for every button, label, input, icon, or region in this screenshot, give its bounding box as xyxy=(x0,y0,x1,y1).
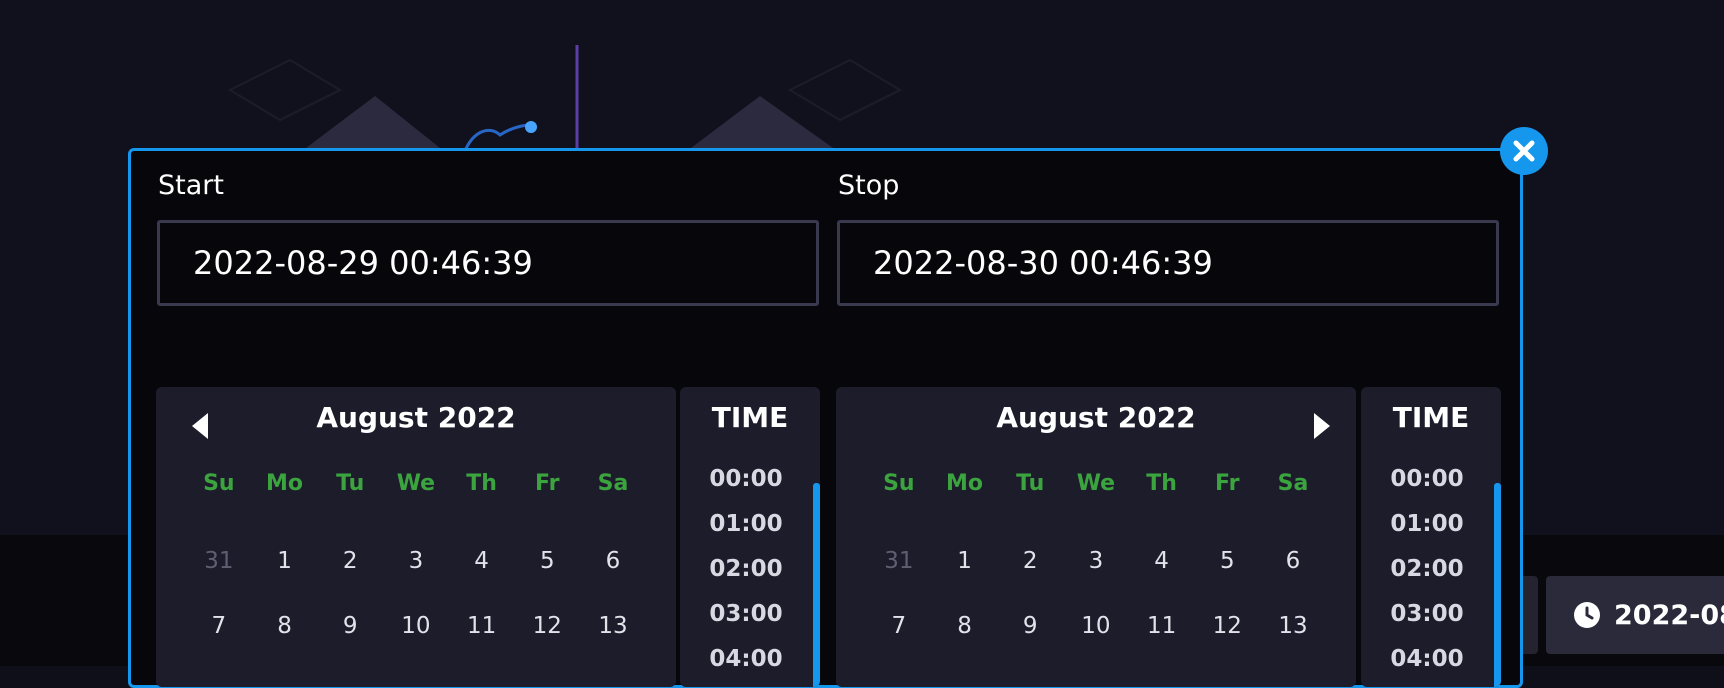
time-option[interactable]: 03:00 xyxy=(1361,592,1493,637)
start-week-row: 7 8 9 10 11 12 13 xyxy=(186,613,646,639)
calendar-day[interactable]: 11 xyxy=(1129,613,1195,639)
header-illustration xyxy=(227,45,903,160)
start-time-options: 00:00 01:00 02:00 03:00 04:00 xyxy=(680,457,812,682)
time-option[interactable]: 04:00 xyxy=(680,637,812,682)
stop-calendar: August 2022 Su Mo Tu We Th Fr Sa 31 1 2 … xyxy=(836,387,1356,687)
calendar-day[interactable]: 13 xyxy=(1260,613,1326,639)
calendar-day[interactable]: 9 xyxy=(317,613,383,639)
calendar-day[interactable]: 9 xyxy=(997,613,1063,639)
clock-icon xyxy=(1574,602,1600,628)
calendar-day[interactable]: 3 xyxy=(1063,548,1129,574)
weekday: Th xyxy=(1146,471,1177,496)
start-label: Start xyxy=(158,170,224,201)
start-weekday-row: Su Mo Tu We Th Fr Sa xyxy=(186,471,646,496)
calendar-day[interactable]: 5 xyxy=(1194,548,1260,574)
calendar-day[interactable]: 1 xyxy=(932,548,998,574)
close-icon xyxy=(1513,140,1535,162)
calendar-day[interactable]: 4 xyxy=(1129,548,1195,574)
weekday: We xyxy=(396,471,436,496)
time-range-text: 2022-08 xyxy=(1614,599,1724,631)
stop-time-list: TIME 00:00 01:00 02:00 03:00 04:00 xyxy=(1361,387,1501,687)
weekday: Fr xyxy=(1215,471,1240,496)
calendar-day[interactable]: 8 xyxy=(252,613,318,639)
start-calendar: August 2022 Su Mo Tu We Th Fr Sa 31 1 2 … xyxy=(156,387,676,687)
stop-week-row: 31 1 2 3 4 5 6 xyxy=(866,548,1326,574)
calendar-day[interactable]: 12 xyxy=(514,613,580,639)
calendar-day[interactable]: 2 xyxy=(317,548,383,574)
stop-calendar-month: August 2022 xyxy=(996,401,1196,434)
weekday: Sa xyxy=(597,471,629,496)
stop-label: Stop xyxy=(838,170,900,201)
weekday: Th xyxy=(466,471,497,496)
calendar-day[interactable]: 31 xyxy=(866,548,932,574)
start-time-title: TIME xyxy=(711,401,789,434)
calendar-day[interactable]: 31 xyxy=(186,548,252,574)
weekday: Fr xyxy=(535,471,560,496)
start-calendar-month: August 2022 xyxy=(316,401,516,434)
calendar-day[interactable]: 3 xyxy=(383,548,449,574)
stop-input[interactable] xyxy=(837,220,1499,306)
time-option[interactable]: 00:00 xyxy=(1361,457,1493,502)
calendar-day[interactable]: 10 xyxy=(1063,613,1129,639)
chevron-right-icon[interactable] xyxy=(1310,411,1334,441)
weekday: Mo xyxy=(946,471,984,496)
calendar-day[interactable]: 13 xyxy=(580,613,646,639)
calendar-day[interactable]: 7 xyxy=(866,613,932,639)
weekday: Mo xyxy=(266,471,304,496)
stop-time-options: 00:00 01:00 02:00 03:00 04:00 xyxy=(1361,457,1493,682)
weekday: Su xyxy=(883,471,915,496)
time-option[interactable]: 02:00 xyxy=(1361,547,1493,592)
time-option[interactable]: 04:00 xyxy=(1361,637,1493,682)
stop-week-row: 7 8 9 10 11 12 13 xyxy=(866,613,1326,639)
calendar-day[interactable]: 11 xyxy=(449,613,515,639)
start-time-scrollbar[interactable] xyxy=(813,483,820,687)
time-range-button[interactable]: 2022-08 xyxy=(1546,576,1724,654)
calendar-day[interactable]: 10 xyxy=(383,613,449,639)
weekday: We xyxy=(1076,471,1116,496)
stop-time-scrollbar[interactable] xyxy=(1494,483,1501,687)
start-input[interactable] xyxy=(157,220,819,306)
calendar-day[interactable]: 5 xyxy=(514,548,580,574)
calendar-day[interactable]: 6 xyxy=(580,548,646,574)
calendar-day[interactable]: 7 xyxy=(186,613,252,639)
weekday: Sa xyxy=(1277,471,1309,496)
close-button[interactable] xyxy=(1500,127,1548,175)
time-option[interactable]: 02:00 xyxy=(680,547,812,592)
start-time-list: TIME 00:00 01:00 02:00 03:00 04:00 xyxy=(680,387,820,687)
calendar-day[interactable]: 6 xyxy=(1260,548,1326,574)
calendar-day[interactable]: 8 xyxy=(932,613,998,639)
weekday: Su xyxy=(203,471,235,496)
time-option[interactable]: 00:00 xyxy=(680,457,812,502)
stop-weekday-row: Su Mo Tu We Th Fr Sa xyxy=(866,471,1326,496)
weekday: Tu xyxy=(1016,471,1045,496)
time-option[interactable]: 01:00 xyxy=(680,502,812,547)
start-week-row: 31 1 2 3 4 5 6 xyxy=(186,548,646,574)
calendar-day[interactable]: 1 xyxy=(252,548,318,574)
weekday: Tu xyxy=(336,471,365,496)
time-option[interactable]: 03:00 xyxy=(680,592,812,637)
calendar-day[interactable]: 12 xyxy=(1194,613,1260,639)
stop-time-title: TIME xyxy=(1392,401,1470,434)
time-option[interactable]: 01:00 xyxy=(1361,502,1493,547)
calendar-day[interactable]: 4 xyxy=(449,548,515,574)
calendar-day[interactable]: 2 xyxy=(997,548,1063,574)
